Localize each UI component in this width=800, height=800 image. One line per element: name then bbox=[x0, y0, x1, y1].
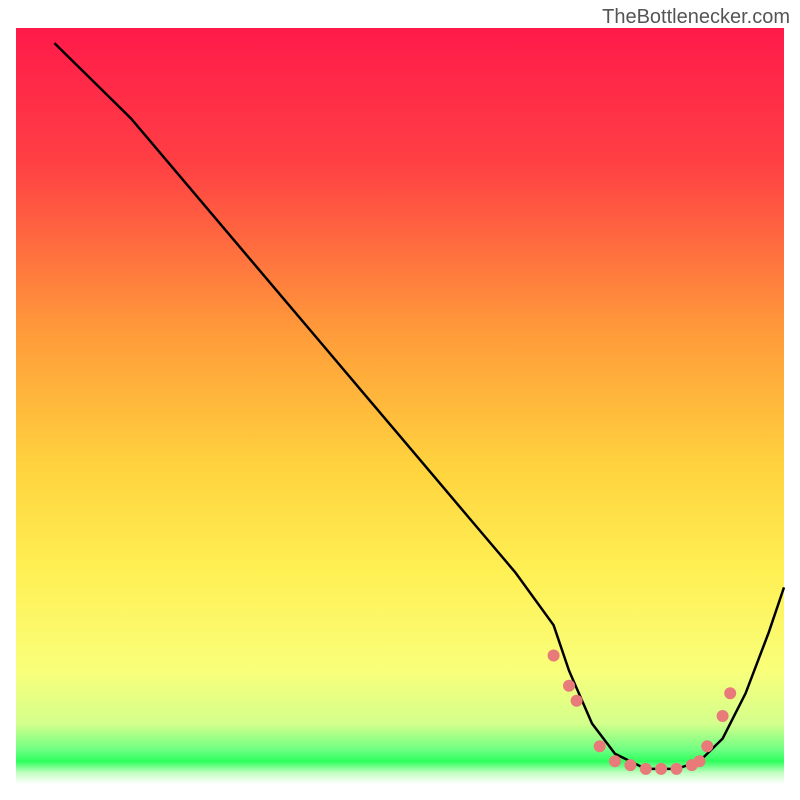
watermark-text: TheBottlenecker.com bbox=[602, 6, 790, 29]
highlight-dot bbox=[655, 763, 667, 775]
highlight-dot bbox=[548, 650, 560, 662]
chart-background bbox=[16, 28, 784, 784]
highlight-dot bbox=[609, 755, 621, 767]
highlight-dot bbox=[563, 680, 575, 692]
highlight-dot bbox=[717, 710, 729, 722]
highlight-dot bbox=[694, 755, 706, 767]
highlight-dot bbox=[594, 740, 606, 752]
highlight-dot bbox=[640, 763, 652, 775]
highlight-dot bbox=[624, 759, 636, 771]
highlight-dot bbox=[724, 687, 736, 699]
highlight-dot bbox=[671, 763, 683, 775]
highlight-dot bbox=[571, 695, 583, 707]
chart-svg bbox=[0, 0, 800, 800]
highlight-dot bbox=[701, 740, 713, 752]
chart-container: TheBottlenecker.com bbox=[0, 0, 800, 800]
